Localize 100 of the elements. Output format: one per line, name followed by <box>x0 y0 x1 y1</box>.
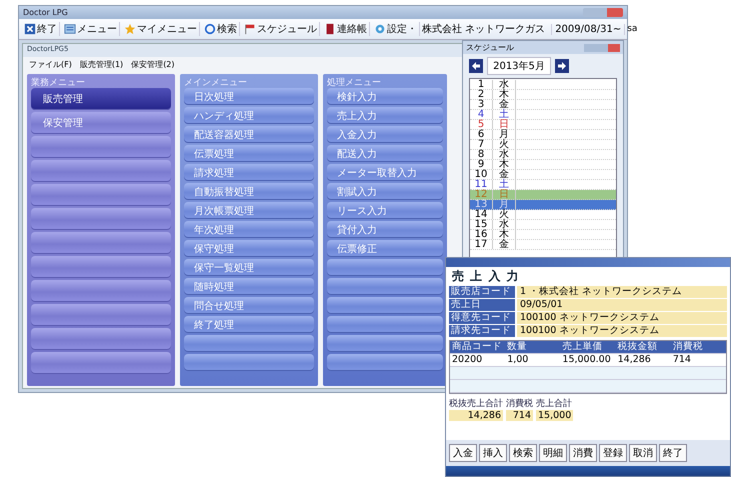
schedule-row[interactable]: 7 火 <box>470 140 616 150</box>
weekday: 金 <box>493 100 516 109</box>
column-header: 数量 <box>506 341 528 353</box>
input-field[interactable]: 100100 ネットワークシステム <box>517 325 727 337</box>
schedule-row[interactable]: 6 月 <box>470 130 616 140</box>
day-number: 17 <box>470 240 493 249</box>
blank-menu-button[interactable] <box>31 184 171 206</box>
toolbar-button[interactable]: 終了 <box>22 22 60 36</box>
day-number: 4 <box>470 110 493 119</box>
input-field[interactable]: 09/05/01 <box>517 299 727 311</box>
blank-menu-button[interactable] <box>184 335 314 352</box>
day-number: 11 <box>470 180 493 189</box>
table-cell-text: 714 <box>672 354 692 366</box>
day-number: 16 <box>470 230 493 239</box>
weekday: 木 <box>493 90 516 99</box>
weekday: 火 <box>493 140 516 149</box>
blank-menu-button[interactable] <box>31 160 171 182</box>
blank-menu-button[interactable] <box>31 304 171 326</box>
panel-title: 業務メニュー <box>31 76 86 88</box>
input-field[interactable]: 1 ・株式会社 ネットワークシステム <box>517 286 727 298</box>
column-header: 税抜金額 <box>616 341 659 353</box>
schedule-row[interactable]: 9 木 <box>470 160 616 170</box>
schedule-row[interactable]: 3 金 <box>470 100 616 110</box>
toolbar-button[interactable]: メニュー <box>62 22 120 36</box>
function-button[interactable]: 終了 <box>659 444 687 462</box>
toolbar-button[interactable]: スケジュール <box>242 22 320 36</box>
table-cell-text: 15,000.00 <box>561 354 612 366</box>
schedule-row[interactable]: 14 火 <box>470 210 616 220</box>
weekday: 日 <box>493 120 516 129</box>
weekday: 月 <box>493 200 516 209</box>
day-number: 15 <box>470 220 493 229</box>
toolbar-button[interactable]: 連絡帳 <box>322 22 370 36</box>
blank-menu-button[interactable] <box>184 354 314 371</box>
day-number: 2 <box>470 90 493 99</box>
function-button[interactable]: 登録 <box>599 444 627 462</box>
input-field[interactable]: 100100 ネットワークシステム <box>517 312 727 324</box>
weekday: 木 <box>493 160 516 169</box>
weekday: 月 <box>493 130 516 139</box>
toolbar-button[interactable]: 検索 <box>202 22 240 36</box>
blank-menu-button[interactable] <box>31 232 171 254</box>
menu-item[interactable]: 販売管理(1) <box>80 59 124 70</box>
schedule-row[interactable]: 15 水 <box>470 220 616 230</box>
blank-menu-button[interactable] <box>31 208 171 230</box>
schedule-row[interactable]: 10 金 <box>470 170 616 180</box>
day-number: 10 <box>470 170 493 179</box>
blank-menu-button[interactable] <box>31 328 171 350</box>
panel-title: 処理メニュー <box>327 76 382 88</box>
blank-menu-button[interactable] <box>31 256 171 278</box>
function-button[interactable]: 明細 <box>539 444 567 462</box>
blank-menu-button[interactable] <box>31 280 171 302</box>
schedule-row[interactable]: 2 木 <box>470 90 616 100</box>
schedule-row[interactable]: 16 木 <box>470 230 616 240</box>
schedule-window-title: スケジュール <box>466 42 514 53</box>
menu-item[interactable]: 保安管理(2) <box>131 59 175 70</box>
blank-menu-button[interactable] <box>327 259 443 276</box>
function-button[interactable]: 消費 <box>569 444 597 462</box>
total-value: 14,286 <box>449 410 503 421</box>
month-label: 2013年5月 <box>487 57 551 75</box>
schedule-row[interactable]: 8 水 <box>470 150 616 160</box>
blank-menu-button[interactable] <box>327 354 443 371</box>
day-number: 6 <box>470 130 493 139</box>
flag-icon <box>244 23 256 35</box>
day-number: 3 <box>470 100 493 109</box>
column-header: 商品コード <box>451 341 503 353</box>
company-name: 株式会社 ネットワークガス <box>422 22 546 36</box>
function-button[interactable]: 入金 <box>449 444 477 462</box>
schedule-row[interactable]: 5 日 <box>470 120 616 130</box>
toolbar-button[interactable]: マイメニュー <box>122 22 200 36</box>
schedule-row[interactable]: 4 土 <box>470 110 616 120</box>
menu-item[interactable]: ファイル(F) <box>29 59 72 70</box>
column-header: 消費税 <box>672 341 704 353</box>
next-month-button[interactable] <box>555 59 569 73</box>
blank-menu-button[interactable] <box>31 352 171 374</box>
table-cell-text: 14,286 <box>616 354 652 366</box>
panel-title: メインメニュー <box>184 77 248 88</box>
day-number: 12 <box>470 190 493 199</box>
menu-button[interactable]: 販売管理 <box>31 88 171 110</box>
function-button[interactable]: 取消 <box>629 444 657 462</box>
window-controls-icon[interactable] <box>584 44 620 52</box>
blank-menu-button[interactable] <box>327 316 443 333</box>
toolbar-button[interactable]: 設定・ <box>372 22 420 36</box>
function-button[interactable]: 検索 <box>509 444 537 462</box>
menu-icon <box>64 23 76 35</box>
total-label: 売上合計 <box>536 398 573 410</box>
day-number: 1 <box>470 80 493 89</box>
total-value: 15,000 <box>536 410 574 421</box>
weekday: 水 <box>493 150 516 159</box>
day-number: 5 <box>470 120 493 129</box>
search-icon <box>204 23 216 35</box>
blank-menu-button[interactable] <box>327 335 443 352</box>
window-controls-icon[interactable] <box>583 8 623 17</box>
blank-menu-button[interactable] <box>327 278 443 295</box>
table-cell-text: 20200 <box>451 354 484 366</box>
schedule-row[interactable]: 17 金 <box>470 240 616 250</box>
schedule-row[interactable]: 1 水 <box>470 80 616 90</box>
blank-menu-button[interactable] <box>327 297 443 314</box>
blank-menu-button[interactable] <box>31 136 171 158</box>
previous-month-button[interactable] <box>469 59 483 73</box>
column-header: 売上単価 <box>561 341 604 353</box>
function-button[interactable]: 挿入 <box>479 444 507 462</box>
